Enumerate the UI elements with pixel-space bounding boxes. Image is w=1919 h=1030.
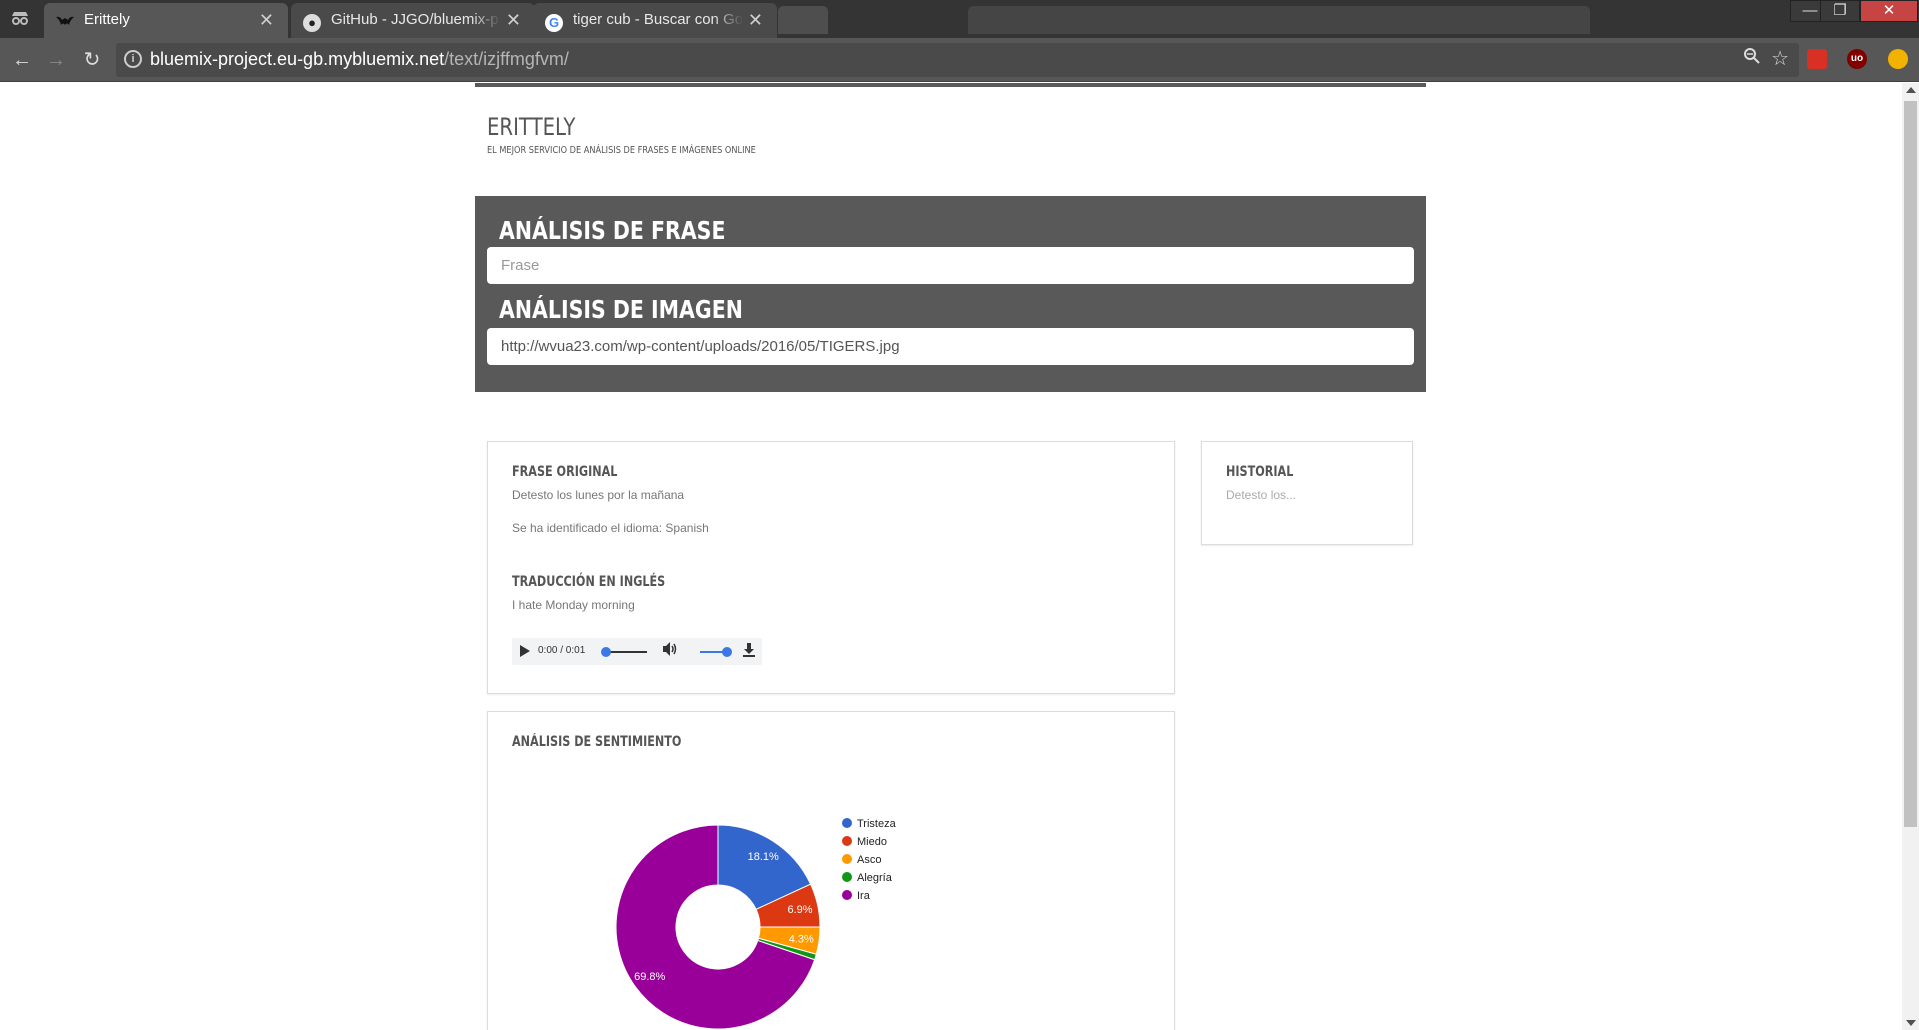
phrase-heading: ANÁLISIS DE FRASE [499,216,726,245]
bat-icon [56,14,74,32]
legend-label: Tristeza [857,818,896,830]
legend-item-alegría[interactable]: Alegría [842,872,892,884]
slice-label-tristeza: 18.1% [748,851,779,863]
original-text: Detesto los lunes por la mañana [512,488,685,502]
ublock-icon[interactable]: uo [1847,49,1867,69]
volume-icon[interactable] [662,641,678,661]
tab-erittely[interactable]: Erittely ✕ [44,3,288,38]
tab-github[interactable]: ● GitHub - JJGO/bluemix-p ✕ [291,3,535,38]
reload-button[interactable]: ↻ [78,46,106,74]
site-title[interactable]: ERITTELY [487,113,575,141]
bookmark-star-icon[interactable]: ☆ [1771,46,1789,71]
legend-label: Ira [857,890,870,902]
incognito-icon [8,9,32,29]
page-scrollbar[interactable] [1902,83,1919,1030]
site-subtitle: EL MEJOR SERVICIO DE ANÁLISIS DE FRASES … [487,145,756,156]
scroll-up-arrow[interactable] [1906,87,1916,93]
info-icon[interactable]: i [124,50,142,68]
url-text[interactable]: bluemix-project.eu-gb.mybluemix.net/text… [150,49,569,70]
slice-label-miedo: 6.9% [787,904,812,916]
translation-heading: TRADUCCIÓN EN INGLÉS [512,574,666,590]
scrollbar-thumb[interactable] [1904,101,1917,827]
close-tab-icon[interactable]: ✕ [506,10,521,31]
legend-item-miedo[interactable]: Miedo [842,836,887,848]
new-tab-button[interactable] [778,6,828,34]
original-phrase-card: FRASE ORIGINAL Detesto los lunes por la … [487,441,1175,694]
image-url-input[interactable] [487,328,1414,365]
download-icon[interactable] [742,642,756,662]
legend-swatch [842,872,852,882]
sentiment-donut-chart: 18.1% 6.9% 4.3% 69.8% [615,824,821,1030]
analysis-form: ANÁLISIS DE FRASE ANÁLISIS DE IMAGEN [475,196,1426,392]
language-detected: Se ha identificado el idioma: Spanish [512,521,709,535]
legend-swatch [842,890,852,900]
legend-swatch [842,818,852,828]
legend-label: Asco [857,854,882,866]
zoom-icon[interactable] [1743,47,1761,70]
page-viewport: ERITTELY EL MEJOR SERVICIO DE ANÁLISIS D… [0,83,1902,1030]
scroll-down-arrow[interactable] [1906,1020,1916,1026]
close-tab-icon[interactable]: ✕ [748,10,763,31]
close-tab-icon[interactable]: ✕ [259,10,274,31]
back-button[interactable]: ← [8,46,36,74]
address-bar[interactable]: i bluemix-project.eu-gb.mybluemix.net/te… [116,43,1799,77]
google-icon: G [545,14,563,32]
browser-toolbar: ← → ↻ i bluemix-project.eu-gb.mybluemix.… [0,38,1919,82]
original-heading: FRASE ORIGINAL [512,464,618,480]
bookmark-extension-icon[interactable] [1807,49,1827,69]
legend-item-asco[interactable]: Asco [842,854,881,866]
phrase-input[interactable] [487,247,1414,284]
legend-label: Miedo [857,836,887,848]
audio-player: 0:00 / 0:01 [512,638,762,665]
history-card: HISTORIAL Detesto los... [1201,441,1413,545]
volume-handle[interactable] [722,647,732,657]
github-icon: ● [303,14,321,32]
browser-tabstrip: Erittely ✕ ● GitHub - JJGO/bluemix-p ✕ Gt… [0,0,1919,38]
image-heading: ANÁLISIS DE IMAGEN [499,295,743,324]
header-divider [475,83,1426,87]
legend-swatch [842,854,852,864]
slice-label-ira: 69.8% [634,971,665,983]
translation-text: I hate Monday morning [512,598,635,612]
maximize-button[interactable]: ❐ [1820,0,1860,22]
slice-label-asco: 4.3% [789,933,814,945]
extension-yellow-icon[interactable] [1888,49,1908,69]
legend-label: Alegría [857,872,892,884]
tab-google[interactable]: Gtiger cub - Buscar con Go ✕ [533,3,777,38]
audio-progress-track[interactable] [605,651,647,653]
tab-title: Erittely [84,11,130,28]
blurred-window-area [968,6,1590,34]
forward-button[interactable]: → [42,46,70,74]
play-icon[interactable] [520,645,530,657]
legend-item-ira[interactable]: Ira [842,890,870,902]
legend-swatch [842,836,852,846]
history-item[interactable]: Detesto los... [1226,488,1296,502]
close-window-button[interactable]: ✕ [1860,0,1918,22]
history-heading: HISTORIAL [1226,464,1294,480]
audio-progress-handle[interactable] [601,647,611,657]
sentiment-card: ANÁLISIS DE SENTIMIENTO 18.1% 6.9% 4.3% 69.… [487,711,1175,1030]
legend-item-tristeza[interactable]: Tristeza [842,818,896,830]
audio-time: 0:00 / 0:01 [538,645,586,656]
